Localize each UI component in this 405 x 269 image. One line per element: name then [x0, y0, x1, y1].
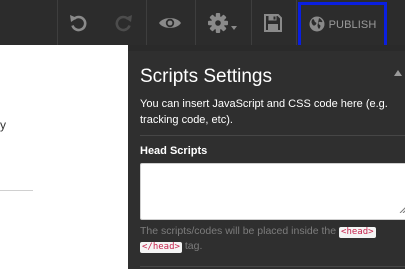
caret-down-icon	[231, 25, 237, 30]
scroll-up-arrow-icon	[394, 70, 402, 76]
head-scripts-textarea[interactable]	[140, 163, 405, 220]
publish-button[interactable]: PUBLISH	[298, 2, 387, 48]
panel-top-strip	[128, 45, 405, 51]
globe-icon	[309, 16, 325, 35]
top-toolbar: PUBLISH	[0, 0, 405, 48]
save-button[interactable]	[256, 0, 290, 45]
resize-grip-icon[interactable]	[399, 200, 405, 218]
panel-description: You can insert JavaScript and CSS code h…	[140, 98, 388, 126]
redo-button[interactable]	[106, 0, 142, 45]
toolbar-divider	[57, 0, 58, 45]
hint-text-before: The scripts/codes will be placed inside …	[140, 225, 337, 237]
publish-label: PUBLISH	[328, 19, 377, 31]
canvas-text-fragment: y	[0, 118, 6, 132]
floppy-disk-icon	[264, 13, 282, 32]
hint-text-after: tag.	[184, 240, 203, 252]
editor-canvas: y	[0, 45, 128, 269]
head-scripts-label: Head Scripts	[140, 145, 208, 157]
toolbar-divider	[251, 0, 252, 45]
head-scripts-hint: The scripts/codes will be placed inside …	[140, 224, 402, 254]
panel-divider	[140, 135, 405, 136]
undo-button[interactable]	[60, 0, 96, 45]
preview-button[interactable]	[150, 0, 190, 45]
toolbar-edge	[389, 0, 405, 45]
panel-title: Scripts Settings	[140, 66, 272, 87]
gear-icon	[207, 12, 229, 34]
toolbar-divider	[146, 0, 147, 45]
head-open-tag-code: <head>	[339, 227, 376, 238]
head-close-tag-code: </head>	[140, 242, 182, 253]
panel-scroll-up-button[interactable]	[392, 67, 404, 79]
canvas-divider	[0, 190, 33, 191]
toolbar-divider	[195, 0, 196, 45]
settings-dropdown-button[interactable]	[200, 0, 244, 45]
scripts-settings-panel: Scripts Settings You can insert JavaScri…	[128, 45, 405, 269]
undo-icon	[68, 13, 88, 33]
eye-icon	[158, 15, 182, 31]
panel-divider	[140, 266, 405, 267]
redo-icon	[114, 13, 134, 33]
toolbar-divider	[296, 0, 297, 45]
